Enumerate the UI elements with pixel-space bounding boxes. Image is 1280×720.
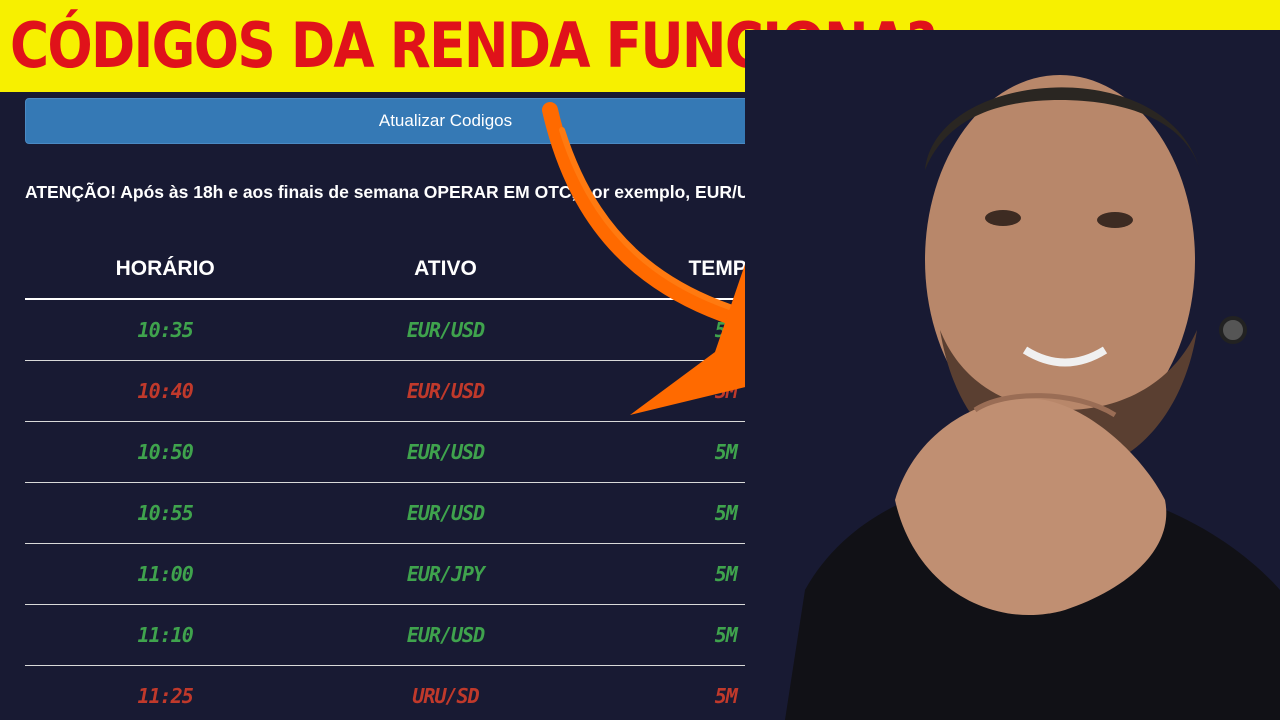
cell-asset: URU/SD: [412, 684, 479, 708]
table-row: 11:25 URU/SD 5M: [25, 666, 866, 720]
cell-time: 10:55: [137, 501, 194, 525]
cell-time: 10:40: [137, 379, 194, 403]
cell-asset: EUR/USD: [406, 440, 485, 464]
cell-asset: EUR/JPY: [406, 562, 485, 586]
header-time: HORÁRIO: [115, 257, 215, 280]
table-row: 11:00 EUR/JPY 5M: [25, 544, 866, 605]
cell-asset: EUR/USD: [406, 501, 485, 525]
table-row: 10:50 EUR/USD 5M: [25, 422, 866, 483]
cell-time: 11:10: [137, 623, 194, 647]
cell-time: 10:50: [137, 440, 194, 464]
table-row: 11:10 EUR/USD 5M: [25, 605, 866, 666]
cell-time: 10:35: [137, 318, 194, 342]
cell-time: 11:00: [137, 562, 194, 586]
presenter-photo: [745, 30, 1280, 720]
table-row: 10:55 EUR/USD 5M: [25, 483, 866, 544]
cell-time: 11:25: [137, 684, 194, 708]
cell-asset: EUR/USD: [406, 623, 485, 647]
page-title: CÓDIGOS DA RENDA FUNCIONA?: [10, 9, 937, 82]
